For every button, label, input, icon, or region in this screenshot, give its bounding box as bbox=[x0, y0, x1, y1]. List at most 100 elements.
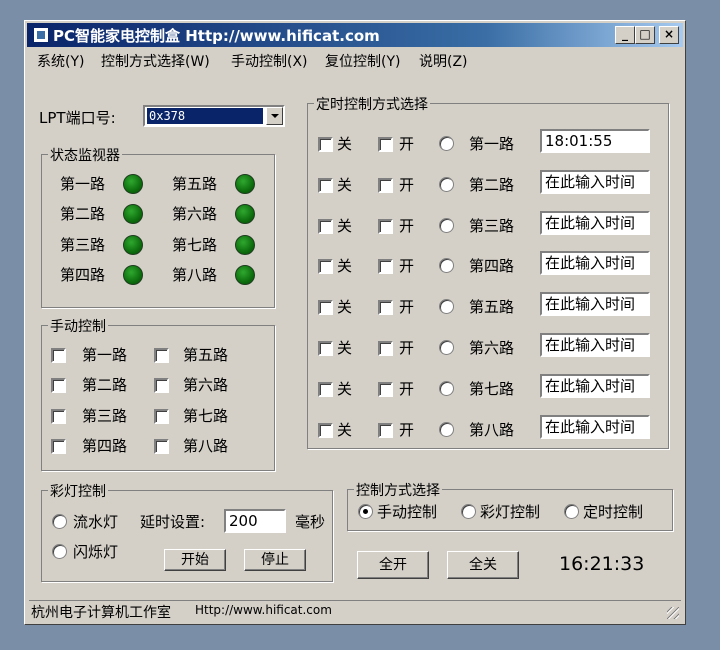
lpt-label: LPT端口号: bbox=[39, 109, 116, 127]
light-control-group: 彩灯控制 流水灯 闪烁灯 延时设置: 200 毫秒 开始 停止 bbox=[41, 481, 333, 582]
monitor-label: 第七路 bbox=[172, 236, 218, 254]
timer-off-checkbox[interactable] bbox=[318, 423, 333, 438]
timer-route-radio[interactable] bbox=[439, 381, 454, 396]
timer-off-checkbox[interactable] bbox=[318, 178, 333, 193]
main-window: PC智能家电控制盒 Http://www.hificat.com _ □ × 系… bbox=[24, 20, 686, 625]
menu-manual-control[interactable]: 手动控制(X) bbox=[231, 51, 308, 71]
manual-checkbox[interactable] bbox=[154, 378, 169, 393]
monitor-label: 第八路 bbox=[172, 266, 218, 284]
timer-time-input[interactable]: 在此输入时间 bbox=[540, 415, 650, 439]
stop-button[interactable]: 停止 bbox=[244, 549, 306, 571]
timer-off-checkbox[interactable] bbox=[318, 382, 333, 397]
timer-on-checkbox[interactable] bbox=[378, 423, 393, 438]
timer-time-input[interactable]: 在此输入时间 bbox=[540, 292, 650, 316]
timer-route-radio[interactable] bbox=[439, 218, 454, 233]
light-control-title: 彩灯控制 bbox=[48, 481, 108, 501]
flash-light-radio[interactable] bbox=[52, 544, 67, 559]
monitor-label: 第二路 bbox=[60, 205, 106, 223]
timer-time-input[interactable]: 18:01:55 bbox=[540, 129, 650, 153]
timer-on-checkbox[interactable] bbox=[378, 137, 393, 152]
menu-reset-control[interactable]: 复位控制(Y) bbox=[325, 51, 400, 71]
timer-on-checkbox[interactable] bbox=[378, 178, 393, 193]
timer-off-label: 关 bbox=[337, 380, 353, 398]
timer-on-checkbox[interactable] bbox=[378, 300, 393, 315]
lpt-port-select[interactable]: 0x378 bbox=[143, 105, 285, 127]
manual-checkbox[interactable] bbox=[51, 409, 66, 424]
close-button[interactable]: × bbox=[659, 26, 679, 44]
timer-route-radio[interactable] bbox=[439, 258, 454, 273]
status-led bbox=[235, 204, 255, 224]
window-title: PC智能家电控制盒 Http://www.hificat.com bbox=[53, 27, 380, 45]
delay-unit: 毫秒 bbox=[295, 513, 326, 531]
chevron-down-icon[interactable] bbox=[266, 107, 283, 125]
timer-on-checkbox[interactable] bbox=[378, 259, 393, 274]
menu-control-mode[interactable]: 控制方式选择(W) bbox=[101, 51, 210, 71]
monitor-label: 第五路 bbox=[172, 175, 218, 193]
website-url: Http://www.hificat.com bbox=[195, 603, 332, 617]
start-button[interactable]: 开始 bbox=[164, 549, 226, 571]
manual-checkbox[interactable] bbox=[154, 409, 169, 424]
resize-grip-icon[interactable] bbox=[667, 607, 679, 619]
lpt-port-value: 0x378 bbox=[147, 108, 263, 124]
maximize-button[interactable]: □ bbox=[635, 26, 655, 44]
timer-route-radio[interactable] bbox=[439, 136, 454, 151]
status-led bbox=[123, 235, 143, 255]
monitor-label: 第四路 bbox=[60, 266, 106, 284]
manual-label: 第七路 bbox=[183, 407, 229, 425]
timer-route-radio[interactable] bbox=[439, 340, 454, 355]
timer-route-radio[interactable] bbox=[439, 299, 454, 314]
timer-off-checkbox[interactable] bbox=[318, 341, 333, 356]
monitor-label: 第三路 bbox=[60, 236, 106, 254]
timer-route-label: 第七路 bbox=[469, 380, 515, 398]
minimize-button[interactable]: _ bbox=[615, 26, 635, 44]
timer-off-label: 关 bbox=[337, 176, 353, 194]
manual-checkbox[interactable] bbox=[154, 348, 169, 363]
timer-mode-radio[interactable] bbox=[564, 504, 579, 519]
status-led bbox=[123, 204, 143, 224]
manual-label: 第一路 bbox=[82, 346, 128, 364]
manual-checkbox[interactable] bbox=[51, 378, 66, 393]
timer-off-label: 关 bbox=[337, 217, 353, 235]
timer-time-input[interactable]: 在此输入时间 bbox=[540, 170, 650, 194]
flow-light-radio[interactable] bbox=[52, 514, 67, 529]
monitor-label: 第六路 bbox=[172, 205, 218, 223]
manual-checkbox[interactable] bbox=[51, 348, 66, 363]
timer-on-label: 开 bbox=[399, 298, 415, 316]
flow-light-label: 流水灯 bbox=[73, 513, 119, 531]
timer-route-radio[interactable] bbox=[439, 422, 454, 437]
manual-label: 第六路 bbox=[183, 376, 229, 394]
menu-help[interactable]: 说明(Z) bbox=[419, 51, 468, 71]
timer-time-input[interactable]: 在此输入时间 bbox=[540, 374, 650, 398]
timer-off-checkbox[interactable] bbox=[318, 300, 333, 315]
timer-time-input[interactable]: 在此输入时间 bbox=[540, 333, 650, 357]
status-bar: 杭州电子计算机工作室 Http://www.hificat.com bbox=[29, 600, 681, 621]
manual-label: 第三路 bbox=[82, 407, 128, 425]
manual-mode-radio[interactable] bbox=[358, 504, 373, 519]
timer-on-label: 开 bbox=[399, 380, 415, 398]
manual-checkbox[interactable] bbox=[154, 439, 169, 454]
timer-off-checkbox[interactable] bbox=[318, 219, 333, 234]
delay-input[interactable]: 200 bbox=[224, 509, 286, 533]
app-icon bbox=[33, 27, 49, 43]
timer-off-checkbox[interactable] bbox=[318, 137, 333, 152]
timer-off-label: 关 bbox=[337, 257, 353, 275]
timer-on-checkbox[interactable] bbox=[378, 219, 393, 234]
flash-light-label: 闪烁灯 bbox=[73, 543, 119, 561]
title-bar[interactable]: PC智能家电控制盒 Http://www.hificat.com _ □ × bbox=[27, 23, 683, 47]
menu-system[interactable]: 系统(Y) bbox=[37, 51, 84, 71]
timer-off-label: 关 bbox=[337, 298, 353, 316]
manual-checkbox[interactable] bbox=[51, 439, 66, 454]
timer-route-radio[interactable] bbox=[439, 177, 454, 192]
timer-on-checkbox[interactable] bbox=[378, 341, 393, 356]
timer-time-input[interactable]: 在此输入时间 bbox=[540, 211, 650, 235]
manual-label: 第五路 bbox=[183, 346, 229, 364]
timer-time-input[interactable]: 在此输入时间 bbox=[540, 251, 650, 275]
timer-on-checkbox[interactable] bbox=[378, 382, 393, 397]
timer-off-checkbox[interactable] bbox=[318, 259, 333, 274]
status-monitor-title: 状态监视器 bbox=[48, 145, 122, 165]
timer-off-label: 关 bbox=[337, 421, 353, 439]
light-mode-radio[interactable] bbox=[461, 504, 476, 519]
all-on-button[interactable]: 全开 bbox=[357, 551, 429, 579]
timer-route-label: 第五路 bbox=[469, 298, 515, 316]
all-off-button[interactable]: 全关 bbox=[447, 551, 519, 579]
